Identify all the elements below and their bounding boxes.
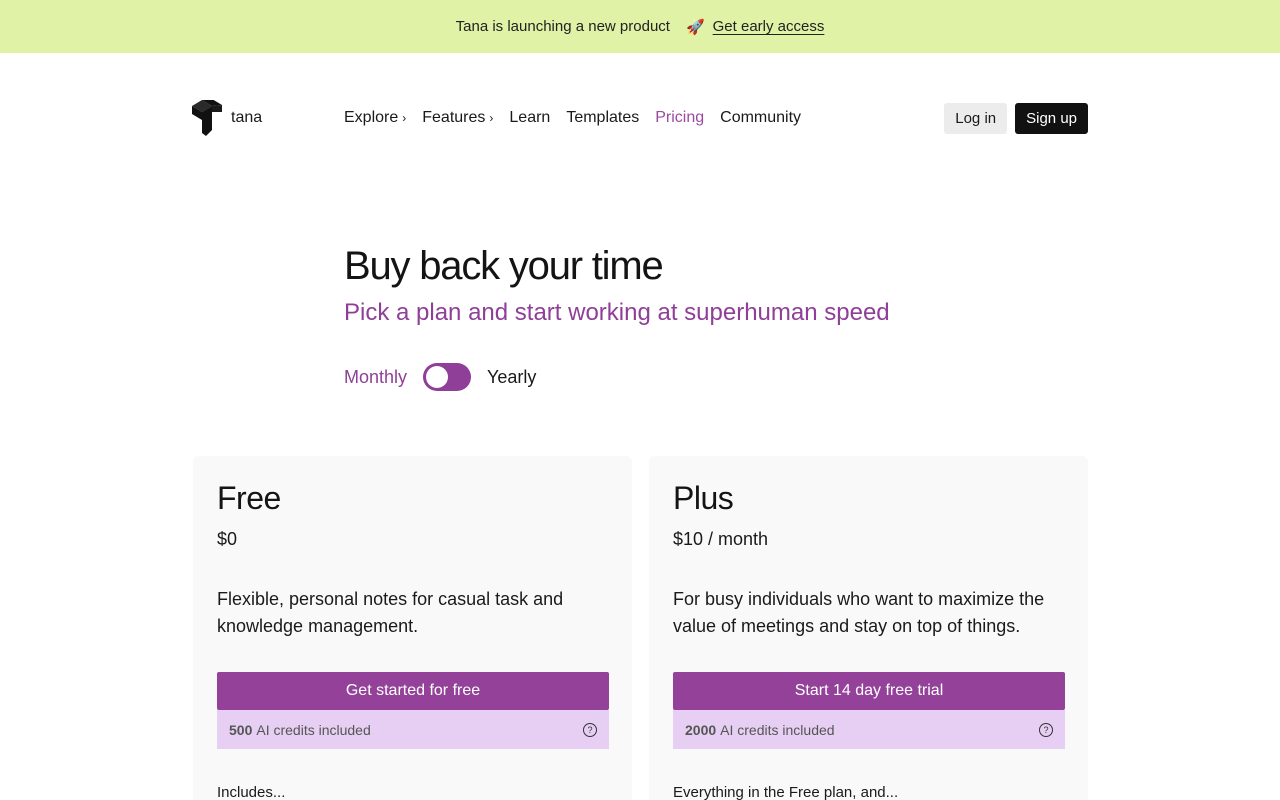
plan-card-free: Free $0 Flexible, personal notes for cas…: [193, 456, 632, 800]
includes-heading: Includes...: [217, 784, 286, 800]
nav-menu: Explore › Features › Learn Templates Pri…: [344, 109, 801, 127]
auth-buttons: Log in Sign up: [944, 102, 1088, 134]
chevron-right-icon: ›: [402, 111, 407, 125]
announcement-banner: Tana is launching a new product 🚀 Get ea…: [0, 0, 1280, 53]
page-subtitle: Pick a plan and start working at superhu…: [344, 299, 890, 326]
get-started-free-button[interactable]: Get started for free: [217, 672, 609, 710]
banner-text: Tana is launching a new product: [455, 18, 670, 35]
top-navigation: tana Explore › Features › Learn Template…: [192, 100, 1088, 136]
plan-name: Free: [217, 480, 281, 516]
nav-item-community[interactable]: Community: [720, 109, 801, 127]
chevron-right-icon: ›: [489, 111, 494, 125]
monthly-label[interactable]: Monthly: [344, 367, 407, 388]
hero-section: Buy back your time Pick a plan and start…: [344, 244, 890, 327]
plan-price: $10 / month: [673, 529, 769, 549]
nav-item-pricing[interactable]: Pricing: [655, 109, 704, 127]
plan-description: Flexible, personal notes for casual task…: [217, 589, 564, 636]
credits-amount: 500: [229, 721, 253, 738]
credits-text: AI credits included: [256, 721, 371, 738]
logo[interactable]: tana: [192, 100, 344, 136]
includes-heading: Everything in the Free plan, and...: [673, 784, 899, 800]
nav-item-learn[interactable]: Learn: [509, 109, 550, 127]
nav-item-label: Features: [422, 109, 486, 126]
page-title: Buy back your time: [344, 244, 664, 288]
tana-logo-icon: [192, 100, 222, 136]
nav-item-features[interactable]: Features ›: [422, 109, 493, 127]
start-trial-button[interactable]: Start 14 day free trial: [673, 672, 1065, 710]
help-icon[interactable]: ?: [1039, 722, 1053, 737]
toggle-knob: [426, 366, 449, 388]
plan-name: Plus: [673, 480, 734, 516]
nav-item-templates[interactable]: Templates: [566, 109, 639, 127]
plan-description: For busy individuals who want to maximiz…: [673, 589, 1045, 636]
nav-item-label: Explore: [344, 109, 399, 126]
credits-amount: 2000: [685, 721, 717, 738]
help-icon[interactable]: ?: [583, 722, 597, 737]
billing-period-toggle[interactable]: [423, 363, 472, 391]
plan-card-plus: Plus $10 / month For busy individuals wh…: [649, 456, 1088, 800]
logo-text: tana: [231, 109, 263, 126]
login-button[interactable]: Log in: [944, 102, 1008, 134]
early-access-link[interactable]: Get early access: [713, 18, 825, 35]
nav-item-explore[interactable]: Explore ›: [344, 109, 406, 127]
rocket-icon: 🚀: [685, 18, 705, 36]
ai-credits-box: 2000 AI credits included ?: [673, 710, 1065, 749]
credits-text: AI credits included: [720, 721, 835, 738]
plan-price: $0: [217, 529, 238, 549]
billing-toggle-row: Monthly Yearly: [344, 363, 536, 391]
ai-credits-box: 500 AI credits included ?: [217, 710, 609, 749]
yearly-label[interactable]: Yearly: [487, 367, 536, 388]
signup-button[interactable]: Sign up: [1015, 102, 1088, 134]
